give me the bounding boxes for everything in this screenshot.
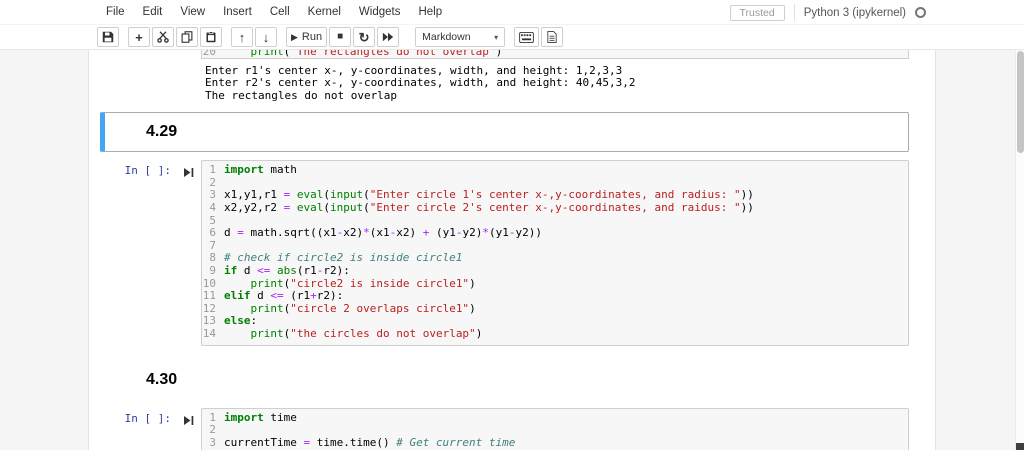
markdown-cell-429[interactable]: 4.29: [100, 112, 909, 153]
menu-insert[interactable]: Insert: [214, 6, 261, 18]
chevron-down-icon: ▾: [494, 32, 499, 42]
save-button[interactable]: [97, 27, 119, 47]
section-heading-430: 4.30: [146, 370, 178, 388]
copy-icon: [181, 31, 193, 43]
play-icon: ▶: [291, 31, 298, 42]
menu-file[interactable]: File: [97, 6, 134, 18]
kernel-name: Python 3 (ipykernel): [803, 6, 906, 19]
kernel-idle-icon: [915, 7, 926, 18]
code-editor[interactable]: 1 import time 2 3 currentTime = time.time() …: [201, 407, 909, 450]
cell-type-value: Markdown: [422, 31, 471, 43]
prompt-column: In [ ]:: [89, 160, 201, 345]
restart-kernel-button[interactable]: ↻: [353, 27, 376, 47]
run-button[interactable]: ▶ Run: [286, 27, 328, 47]
markdown-cell-430[interactable]: 4.30: [100, 360, 909, 400]
refresh-icon: ↻: [358, 29, 370, 45]
cut-cells-button[interactable]: [152, 27, 174, 47]
notebook-container: 20 print("The rectangles do not overlap"…: [88, 50, 936, 450]
stop-button[interactable]: ■: [329, 27, 352, 47]
run-cell-icon[interactable]: [183, 165, 194, 183]
menu-cell[interactable]: Cell: [261, 6, 299, 18]
code-cell-429: In [ ]: 1 import math 2 3 x1,y1,r1 = eval(in…: [89, 160, 935, 346]
scrollbar-thumb[interactable]: [1017, 51, 1024, 153]
prompt-column: In [ ]:: [89, 408, 201, 450]
notebook-header: File Edit View Insert Cell Kernel Widget…: [0, 0, 1024, 50]
menu-right-group: Trusted Python 3 (ipykernel): [729, 0, 926, 25]
clipboard-icon: [205, 31, 217, 43]
arrow-up-icon: ↑: [238, 29, 246, 45]
document-icon: [547, 31, 557, 43]
save-icon: [102, 31, 114, 43]
clipped-code-cell[interactable]: 20 print("The rectangles do not overlap"…: [201, 50, 909, 59]
command-palette-button[interactable]: [514, 27, 540, 47]
code-editor[interactable]: 1 import math 2 3 x1,y1,r1 = eval(input("Ent…: [201, 160, 909, 346]
toolbar: + ↑ ↓ ▶ Run ■ ↻ Markdown ▾: [0, 25, 1024, 49]
menu-widgets[interactable]: Widgets: [350, 6, 410, 18]
menu-edit[interactable]: Edit: [134, 6, 172, 18]
input-prompt: In [ ]:: [124, 411, 171, 425]
add-cell-button[interactable]: +: [128, 27, 150, 47]
section-heading-429: 4.29: [146, 123, 178, 141]
trusted-badge[interactable]: Trusted: [729, 4, 785, 21]
code-cell-430: In [ ]: 1 import time 2 3 currentTime = time…: [89, 407, 935, 450]
move-cell-up-button[interactable]: ↑: [231, 27, 253, 47]
menu-view[interactable]: View: [171, 6, 214, 18]
scrollbar[interactable]: [1015, 50, 1024, 450]
output-line: Enter r2's center x-, y-coordinates, wid…: [205, 76, 636, 90]
notebook-scroll-area[interactable]: 20 print("The rectangles do not overlap"…: [0, 50, 1024, 450]
cell-type-select[interactable]: Markdown ▾: [415, 27, 506, 47]
menu-kernel[interactable]: Kernel: [299, 6, 350, 18]
stop-icon: ■: [337, 31, 344, 42]
run-cell-icon[interactable]: [183, 413, 194, 431]
divider: [793, 4, 795, 21]
scrollbar-corner: [1016, 443, 1024, 450]
plus-icon: +: [135, 29, 143, 45]
restart-run-all-button[interactable]: [377, 27, 400, 47]
fast-forward-icon: [382, 32, 394, 42]
paste-cells-button[interactable]: [200, 27, 222, 47]
input-prompt: In [ ]:: [124, 164, 171, 178]
output-line: The rectangles do not overlap: [205, 88, 398, 102]
menu-help[interactable]: Help: [409, 6, 451, 18]
scissors-icon: [157, 31, 169, 43]
cell-output-area: Enter r1's center x-, y-coordinates, wid…: [205, 64, 935, 102]
copy-cells-button[interactable]: [176, 27, 198, 47]
run-label: Run: [301, 31, 323, 43]
keyboard-icon: [519, 31, 534, 43]
move-cell-down-button[interactable]: ↓: [255, 27, 277, 47]
arrow-down-icon: ↓: [262, 29, 270, 45]
document-tool-button[interactable]: [541, 27, 564, 47]
menu-bar: File Edit View Insert Cell Kernel Widget…: [0, 0, 1024, 25]
